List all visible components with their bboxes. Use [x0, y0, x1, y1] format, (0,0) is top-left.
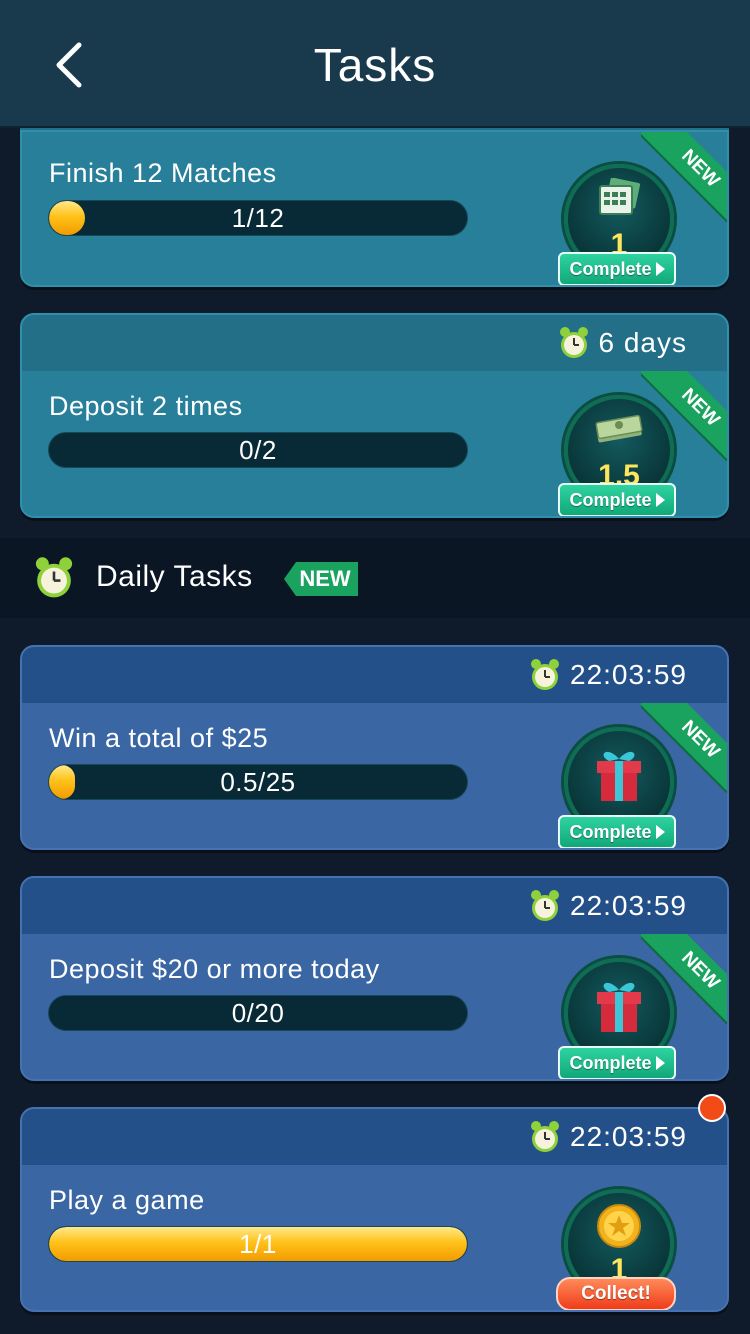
progress-text: 1/12	[231, 202, 285, 233]
daily-tasks-header: Daily Tasks NEW	[0, 538, 750, 618]
complete-button[interactable]: Complete	[558, 815, 676, 848]
timer-text: 22:03:59	[570, 1121, 687, 1152]
new-ribbon: NEW	[641, 703, 727, 793]
timer-text: 6 days	[598, 327, 687, 358]
progress-bar: 0.5/25	[48, 764, 468, 800]
new-badge: NEW	[284, 562, 358, 596]
play-arrow-icon	[655, 1056, 665, 1070]
alarm-clock-icon	[531, 659, 559, 690]
new-ribbon-label: NEW	[641, 703, 727, 793]
collect-button[interactable]: Collect!	[556, 1277, 676, 1310]
new-ribbon: NEW	[641, 934, 727, 1024]
timer: 6 days	[559, 325, 688, 361]
progress-text: 0/2	[239, 434, 277, 465]
complete-button[interactable]: Complete	[558, 483, 676, 516]
section-title: Daily Tasks	[96, 560, 253, 593]
play-arrow-icon	[655, 825, 665, 839]
card-header: 6 days	[22, 315, 727, 371]
top-bar: Tasks	[0, 0, 750, 128]
task-card-win-total: 22:03:59 Win a total of $25 0.5/25 Compl…	[20, 645, 729, 850]
play-arrow-icon	[655, 493, 665, 507]
timer-text: 22:03:59	[570, 659, 687, 690]
alarm-clock-icon	[531, 1121, 559, 1152]
gift-icon	[597, 751, 641, 801]
task-label: Deposit 2 times	[49, 391, 243, 421]
progress-text: 1/1	[239, 1228, 277, 1259]
new-ribbon-label: NEW	[641, 934, 727, 1024]
task-card-deposit-2-times: 6 days Deposit 2 times 0/2 1.5 Complete …	[20, 313, 729, 518]
new-ribbon: NEW	[641, 371, 727, 461]
card-header: 22:03:59	[22, 878, 727, 934]
timer: 22:03:59	[530, 1119, 687, 1155]
gift-icon	[597, 982, 641, 1032]
complete-button-label: Complete	[569, 489, 652, 510]
card-header: 22:03:59	[22, 647, 727, 703]
complete-button-label: Complete	[569, 258, 652, 279]
alarm-clock-icon	[559, 327, 588, 358]
new-ribbon-label: NEW	[641, 132, 727, 222]
complete-button[interactable]: Complete	[558, 1046, 676, 1079]
timer: 22:03:59	[530, 888, 687, 924]
notification-dot	[698, 1094, 726, 1122]
new-ribbon: NEW	[641, 132, 727, 222]
timer: 22:03:59	[530, 657, 687, 693]
timer-text: 22:03:59	[570, 890, 687, 921]
new-ribbon-label: NEW	[641, 371, 727, 461]
complete-button[interactable]: Complete	[558, 252, 676, 285]
progress-bar: 0/20	[48, 995, 468, 1031]
page-title: Tasks	[313, 39, 437, 91]
progress-bar: 0/2	[48, 432, 468, 468]
task-label: Finish 12 Matches	[49, 158, 277, 188]
progress-text: 0.5/25	[220, 766, 296, 797]
complete-button-label: Complete	[569, 1052, 652, 1073]
task-label: Deposit $20 or more today	[49, 954, 380, 984]
task-card-finish-matches: Finish 12 Matches 1/12 1 Complete NEW	[20, 130, 729, 287]
progress-text: 0/20	[231, 997, 285, 1028]
alarm-clock-icon	[35, 557, 73, 598]
task-label: Win a total of $25	[49, 723, 269, 753]
gold-coin-icon	[597, 1204, 641, 1248]
progress-bar: 1/12	[48, 200, 468, 236]
task-card-play-game: 22:03:59 Play a game 1/1 1 Collect!	[20, 1107, 729, 1312]
tickets-icon	[599, 178, 641, 215]
alarm-clock-icon	[531, 890, 559, 921]
cash-stack-icon	[595, 414, 643, 443]
progress-bar: 1/1	[48, 1226, 468, 1262]
task-label: Play a game	[49, 1185, 205, 1215]
complete-button-label: Complete	[569, 821, 652, 842]
task-card-deposit-20: 22:03:59 Deposit $20 or more today 0/20 …	[20, 876, 729, 1081]
card-header: 22:03:59	[22, 1109, 727, 1165]
play-arrow-icon	[655, 262, 665, 276]
